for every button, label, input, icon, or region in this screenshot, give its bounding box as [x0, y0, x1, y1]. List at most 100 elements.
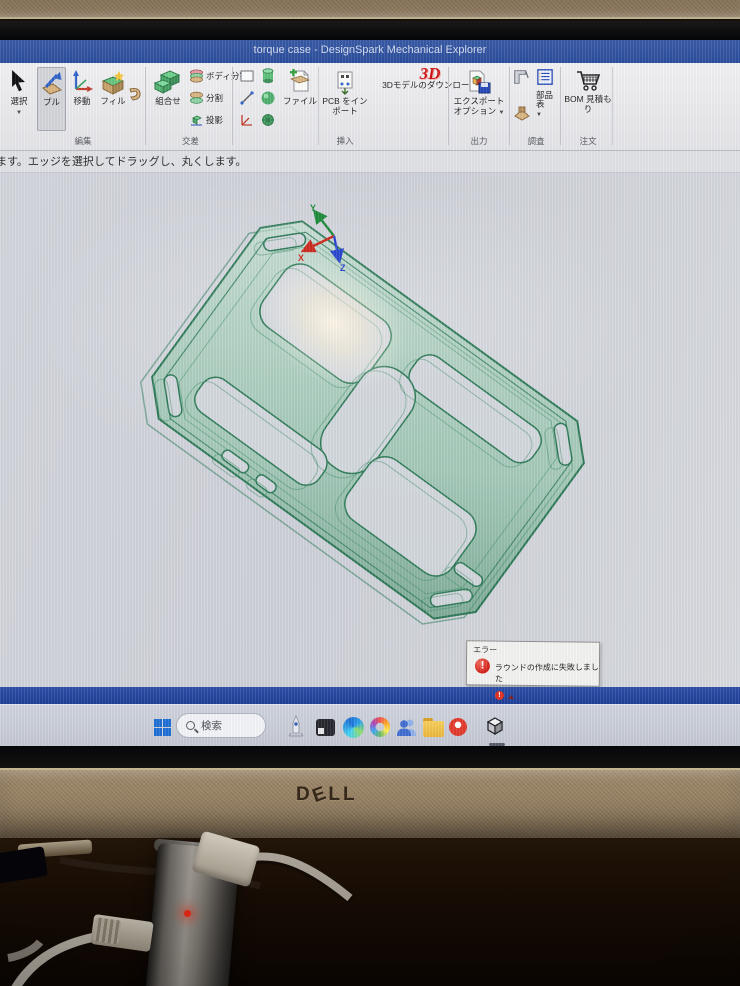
export-caret: ▼ [498, 110, 504, 116]
select-caret: ▼ [16, 110, 22, 116]
select-cursor-icon [8, 69, 30, 95]
project-button[interactable]: 投影 [189, 113, 223, 127]
bom-table-caret: ▼ [536, 111, 542, 120]
caliper-button[interactable] [512, 68, 530, 86]
cylinder-button[interactable] [259, 67, 277, 85]
taskbar-app-explorer[interactable] [421, 715, 445, 739]
export-options-button[interactable]: エクスポート オプション ▼ [452, 67, 506, 118]
status-error-icon[interactable]: ! [495, 691, 504, 700]
monitor-speaker-bezel [0, 768, 740, 838]
split-icon [189, 91, 204, 105]
dell-logo: DELL [296, 784, 366, 808]
export-icon [466, 69, 492, 95]
bom-table-button[interactable]: 部品表 ▼ [536, 91, 560, 120]
axis-triad-icon: Y X Z [296, 203, 366, 277]
bom-quote-button[interactable]: BOM 見積もり [563, 67, 613, 114]
clamp-button[interactable] [126, 85, 144, 103]
search-label: 検索 [201, 718, 222, 733]
pull-arrow-icon [40, 70, 64, 96]
combine-icon [153, 69, 183, 95]
people-icon [396, 717, 418, 737]
dark-app-icon [316, 719, 335, 736]
taskbar-app-rocket[interactable] [284, 715, 308, 739]
gear-icon [260, 112, 276, 128]
taskbar-app-pin[interactable] [446, 715, 470, 739]
sketch-axes-icon [240, 113, 254, 127]
group-label-investigate: 調査 [512, 135, 560, 147]
stamp-icon [513, 106, 531, 122]
bom-table-button-icon[interactable] [536, 68, 554, 86]
torque-case-model[interactable] [0, 173, 740, 687]
windows-start-icon [154, 719, 171, 736]
sketch-line-button[interactable] [238, 89, 256, 107]
axis-label-y: Y [310, 203, 316, 213]
taskbar-app-copilot[interactable] [368, 715, 392, 739]
pin-icon [449, 718, 467, 736]
window-title: torque case - DesignSpark Mechanical Exp… [254, 44, 487, 56]
fill-button[interactable]: フィル [98, 67, 128, 106]
ribbon-separator [232, 67, 233, 145]
app-status-bar: ! [0, 687, 740, 704]
photo-of-monitor: torque case - DesignSpark Mechanical Exp… [0, 0, 740, 986]
ribbon-separator [612, 67, 613, 145]
group-label-edit: 編集 [36, 135, 130, 147]
new-file-icon [288, 69, 312, 95]
file-button[interactable]: ファイル [282, 67, 318, 106]
group-label-order: 注文 [563, 135, 613, 147]
ribbon-separator [448, 67, 449, 145]
taskbar-app-people[interactable] [395, 715, 419, 739]
move-icon [70, 69, 94, 95]
edge-icon [343, 717, 364, 738]
cables [0, 838, 740, 986]
sketch-axes-button[interactable] [238, 111, 256, 129]
3d-viewport[interactable]: Y X Z エラー ! ラウンドの作成に失敗しました [0, 173, 740, 687]
split-button[interactable]: 分割 [189, 91, 223, 105]
select-button[interactable]: 選択 ▼ [2, 67, 36, 118]
folder-icon [423, 721, 444, 737]
ribbon-separator [145, 67, 146, 145]
sphere-icon [260, 90, 276, 106]
combine-button[interactable]: 組合せ [149, 67, 187, 106]
taskbar-app-edge[interactable] [341, 715, 365, 739]
pcb-import-button[interactable]: PCB をインポート [322, 67, 368, 116]
monitor-screen: torque case - DesignSpark Mechanical Exp… [0, 40, 740, 746]
app-titlebar[interactable]: torque case - DesignSpark Mechanical Exp… [0, 40, 740, 63]
start-button[interactable] [150, 715, 174, 739]
bom-list-icon [536, 67, 554, 87]
sphere-button[interactable] [259, 89, 277, 107]
group-label-output: 出力 [452, 135, 506, 147]
axis-label-z: Z [340, 263, 346, 273]
status-error-caret[interactable] [508, 695, 514, 699]
error-icon: ! [475, 658, 490, 673]
stamp-button[interactable] [513, 105, 531, 123]
sketch-rect-icon [240, 70, 254, 82]
rocket-icon [286, 715, 306, 739]
error-popup-title: エラー [473, 644, 497, 655]
move-button[interactable]: 移動 [67, 67, 97, 106]
designspark-cube-icon [483, 715, 507, 739]
taskbar-search[interactable]: 検索 [176, 713, 266, 738]
taskbar-app-dark[interactable] [313, 715, 337, 739]
ribbon-toolbar: 選択 ▼ プル 移動 [0, 63, 740, 151]
status-hint-bar: ます。エッジを選択してドラッグし、丸くします。 [0, 151, 740, 173]
axis-label-x: X [298, 253, 304, 263]
taskbar-app-designspark[interactable] [483, 715, 507, 739]
project-icon [189, 113, 204, 127]
error-popup-message: ラウンドの作成に失敗しました [495, 662, 599, 685]
ribbon-separator [509, 67, 510, 145]
error-popup: エラー ! ラウンドの作成に失敗しました [466, 640, 600, 686]
group-label-insert: 挿入 [322, 135, 368, 147]
cylinder-icon [261, 68, 275, 84]
gear-button[interactable] [259, 111, 277, 129]
copilot-icon [370, 717, 390, 737]
pull-button[interactable]: プル [37, 67, 66, 131]
sketch-line-icon [240, 91, 254, 105]
sketch-rect-button[interactable] [238, 67, 256, 85]
clamp-icon [127, 86, 143, 102]
pcb-import-icon [333, 69, 357, 95]
monitor-screen-border-top [0, 21, 740, 40]
split-body-icon [189, 69, 204, 83]
monitor-top-bezel [0, 0, 740, 19]
monitor-screen-border-bottom [0, 746, 740, 768]
search-icon [186, 721, 195, 730]
